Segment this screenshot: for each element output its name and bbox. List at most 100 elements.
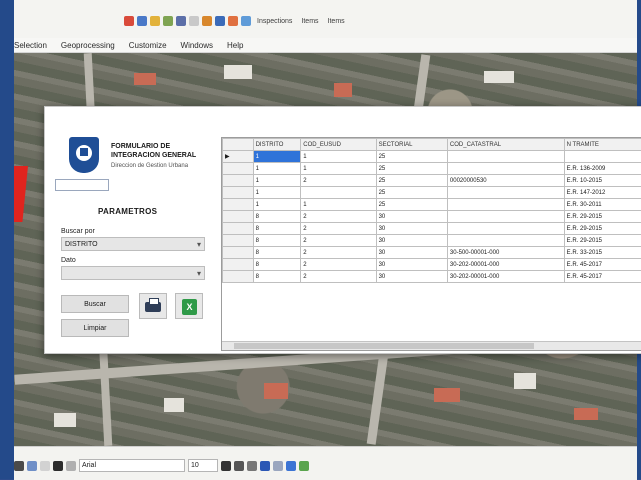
grid-cell[interactable]: 8	[253, 223, 301, 235]
results-grid[interactable]: DISTRITO COD_EUSUD SECTORIAL COD_CATASTR…	[221, 137, 641, 351]
scrollbar-thumb[interactable]	[234, 343, 534, 349]
bold-icon[interactable]	[221, 461, 231, 471]
measure-icon[interactable]	[202, 16, 212, 26]
grid-col-header[interactable]: SECTORIAL	[376, 139, 447, 151]
export-excel-button[interactable]: X	[175, 293, 203, 319]
items-menu-b[interactable]: Items	[328, 18, 345, 25]
zoom-icon[interactable]	[176, 16, 186, 26]
fill-color-icon[interactable]	[273, 461, 283, 471]
size-select[interactable]: 10	[188, 459, 218, 472]
grid-cell[interactable]: 1	[253, 163, 301, 175]
grid-cell[interactable]: 2	[301, 211, 376, 223]
callout-icon[interactable]	[66, 461, 76, 471]
menu-windows[interactable]: Windows	[181, 41, 213, 50]
line-color-icon[interactable]	[286, 461, 296, 471]
grid-cell[interactable]: 25	[376, 199, 447, 211]
grid-cell[interactable]: E.R. 29-2015	[564, 211, 641, 223]
select-icon[interactable]	[215, 16, 225, 26]
grid-cell[interactable]: 30	[376, 247, 447, 259]
grid-cell[interactable]: 2	[301, 235, 376, 247]
layer-icon[interactable]	[163, 16, 173, 26]
grid-cell[interactable]: 2	[301, 223, 376, 235]
table-row[interactable]: 823030-202-00001-000E.R. 45-2017	[223, 259, 641, 271]
row-header[interactable]	[223, 199, 254, 211]
items-menu-a[interactable]: Items	[301, 18, 318, 25]
text-icon[interactable]	[53, 461, 63, 471]
grid-cell[interactable]: 30	[376, 259, 447, 271]
horizontal-scrollbar[interactable]	[222, 341, 641, 350]
row-header[interactable]	[223, 223, 254, 235]
grid-cell[interactable]: E.R. 136-2009	[564, 163, 641, 175]
row-header[interactable]	[223, 163, 254, 175]
buscar-select[interactable]: DISTRITO ▾	[61, 237, 205, 251]
grid-cell[interactable]: E.R. 10-2015	[564, 175, 641, 187]
grid-col-header[interactable]: COD_EUSUD	[301, 139, 376, 151]
grid-cell[interactable]	[447, 163, 564, 175]
grid-cell[interactable]: 8	[253, 271, 301, 283]
table-row[interactable]: 823030-202-00001-000E.R. 45-2017	[223, 271, 641, 283]
grid-col-header[interactable]: DISTRITO	[253, 139, 301, 151]
inspections-menu[interactable]: Inspections	[257, 18, 292, 25]
grid-cell[interactable]: 30	[376, 235, 447, 247]
menu-customize[interactable]: Customize	[129, 41, 167, 50]
table-row[interactable]: 823030-500-00001-000E.R. 33-2015	[223, 247, 641, 259]
grid-cell[interactable]	[447, 187, 564, 199]
table-row[interactable]: ▶1125	[223, 151, 641, 163]
marker-color-icon[interactable]	[299, 461, 309, 471]
pan-icon[interactable]	[137, 16, 147, 26]
grid-cell[interactable]: E.R. 147-2012	[564, 187, 641, 199]
grid-cell[interactable]: 1	[301, 151, 376, 163]
underline-icon[interactable]	[247, 461, 257, 471]
grid-col-header[interactable]: N TRAMITE	[564, 139, 641, 151]
table-row[interactable]: 1125E.R. 136-2009	[223, 163, 641, 175]
grid-cell[interactable]: 30	[376, 211, 447, 223]
grid-cell[interactable]: 2	[301, 247, 376, 259]
menu-help[interactable]: Help	[227, 41, 243, 50]
buscar-button[interactable]: Buscar	[61, 295, 129, 313]
grid-cell[interactable]	[301, 187, 376, 199]
grid-cell[interactable]	[447, 235, 564, 247]
grid-cell[interactable]: 1	[253, 175, 301, 187]
grid-cell[interactable]: 8	[253, 259, 301, 271]
grid-cell[interactable]	[447, 223, 564, 235]
rotate-icon[interactable]	[27, 461, 37, 471]
table-row[interactable]: 8230E.R. 29-2015	[223, 235, 641, 247]
table-row[interactable]: 8230E.R. 29-2015	[223, 223, 641, 235]
grid-cell[interactable]: 30-202-00001-000	[447, 271, 564, 283]
row-header[interactable]	[223, 247, 254, 259]
grid-cell[interactable]: 30	[376, 223, 447, 235]
grid-cell[interactable]: 2	[301, 175, 376, 187]
grid-cell[interactable]: 30-500-00001-000	[447, 247, 564, 259]
grid-cell[interactable]: 25	[376, 187, 447, 199]
grid-cell[interactable]: 30	[376, 271, 447, 283]
folder-icon[interactable]	[150, 16, 160, 26]
grid-cell[interactable]: E.R. 33-2015	[564, 247, 641, 259]
menu-selection[interactable]: Selection	[14, 41, 47, 50]
grid-cell[interactable]	[447, 211, 564, 223]
limpiar-button[interactable]: Limpiar	[61, 319, 129, 337]
table-icon[interactable]	[241, 16, 251, 26]
font-color-icon[interactable]	[260, 461, 270, 471]
menu-geoprocessing[interactable]: Geoprocessing	[61, 41, 115, 50]
row-header[interactable]: ▶	[223, 151, 254, 163]
grid-cell[interactable]: 8	[253, 211, 301, 223]
italic-icon[interactable]	[234, 461, 244, 471]
grid-cell[interactable]: E.R. 29-2015	[564, 235, 641, 247]
table-row[interactable]: 8230 E.R. 29-2015	[223, 211, 641, 223]
font-select[interactable]: Arial	[79, 459, 185, 472]
grid-cell[interactable]	[447, 151, 564, 163]
table-row[interactable]: 122500020000530E.R. 10-2015	[223, 175, 641, 187]
grid-cell[interactable]: 1	[253, 187, 301, 199]
table-row[interactable]: 1125E.R. 30-2011	[223, 199, 641, 211]
grid-cell[interactable]: 2	[301, 271, 376, 283]
grid-cell[interactable]	[564, 151, 641, 163]
grid-cell[interactable]: 8	[253, 247, 301, 259]
grid-cell[interactable]: 00020000530	[447, 175, 564, 187]
identify-icon[interactable]	[189, 16, 199, 26]
table-row[interactable]: 1 25 E.R. 147-2012	[223, 187, 641, 199]
pointer-icon[interactable]	[124, 16, 134, 26]
grid-cell[interactable]: E.R. 45-2017	[564, 271, 641, 283]
grid-cell[interactable]: E.R. 45-2017	[564, 259, 641, 271]
arrow-icon[interactable]	[14, 461, 24, 471]
grid-cell[interactable]	[447, 199, 564, 211]
